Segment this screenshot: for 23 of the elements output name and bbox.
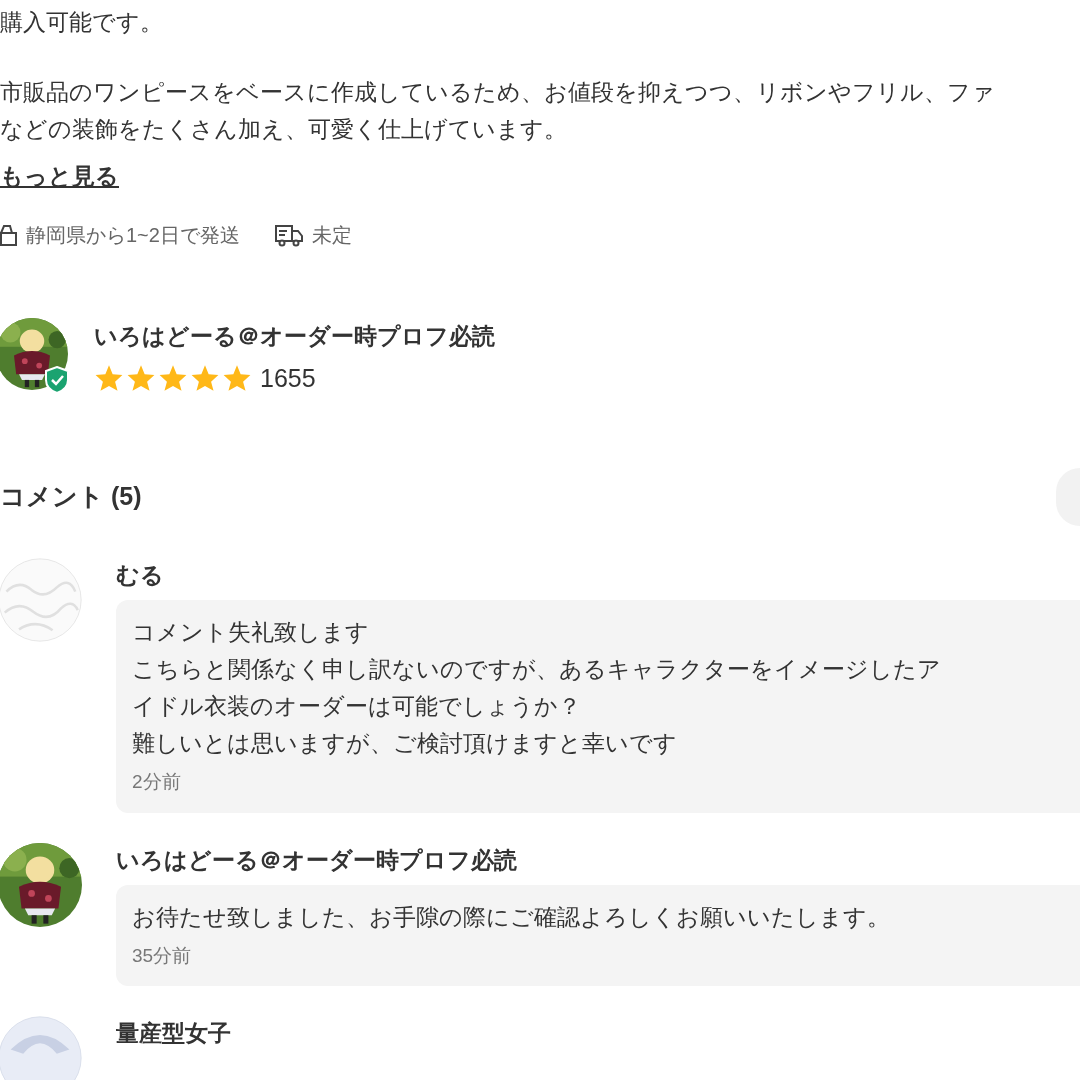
comment-text: イドル衣装のオーダーは可能でしょうか？ xyxy=(132,692,581,721)
rating-count: 1655 xyxy=(260,362,316,394)
description-text: などの装飾をたくさん加え、可愛く仕上げています。 xyxy=(0,115,567,144)
comment-time: 2分前 xyxy=(132,770,181,794)
description-text: 購入可能です。 xyxy=(0,8,163,37)
comments-heading: コメント (5) xyxy=(0,481,142,513)
commenter-name[interactable]: 量産型女子 xyxy=(116,1018,1080,1048)
comment-time: 35分前 xyxy=(132,943,192,968)
description-text: 市販品のワンピースをベースに作成しているため、お値段を抑えつつ、リボンやフリル、ファ xyxy=(0,78,995,107)
avatar-icon xyxy=(0,558,82,642)
more-link[interactable]: もっと見る xyxy=(0,158,119,194)
comment-text: こちらと関係なく申し訳ないのですが、あるキャラクターをイメージしたア xyxy=(132,655,941,684)
box-icon xyxy=(0,223,18,247)
commenter-name[interactable]: むる xyxy=(116,560,1080,590)
truck-icon xyxy=(273,223,304,247)
avatar-icon xyxy=(0,1016,82,1080)
shipping-text: 未定 xyxy=(311,223,352,248)
commenter-name[interactable]: いろはどーる＠オーダー時プロフ必読 xyxy=(116,844,1080,875)
shipping-text: 静岡県から1~2日で発送 xyxy=(26,223,240,248)
comment-text: 難しいとは思いますが、ご検討頂けますと幸いです xyxy=(132,729,677,758)
comment-text: お待たせ致しました、お手隙の際にご確認よろしくお願いいたします。 xyxy=(132,902,890,932)
comment-text: コメント失礼致します xyxy=(132,618,369,647)
seller-name[interactable]: いろはどーる＠オーダー時プロフ必読 xyxy=(94,319,495,354)
